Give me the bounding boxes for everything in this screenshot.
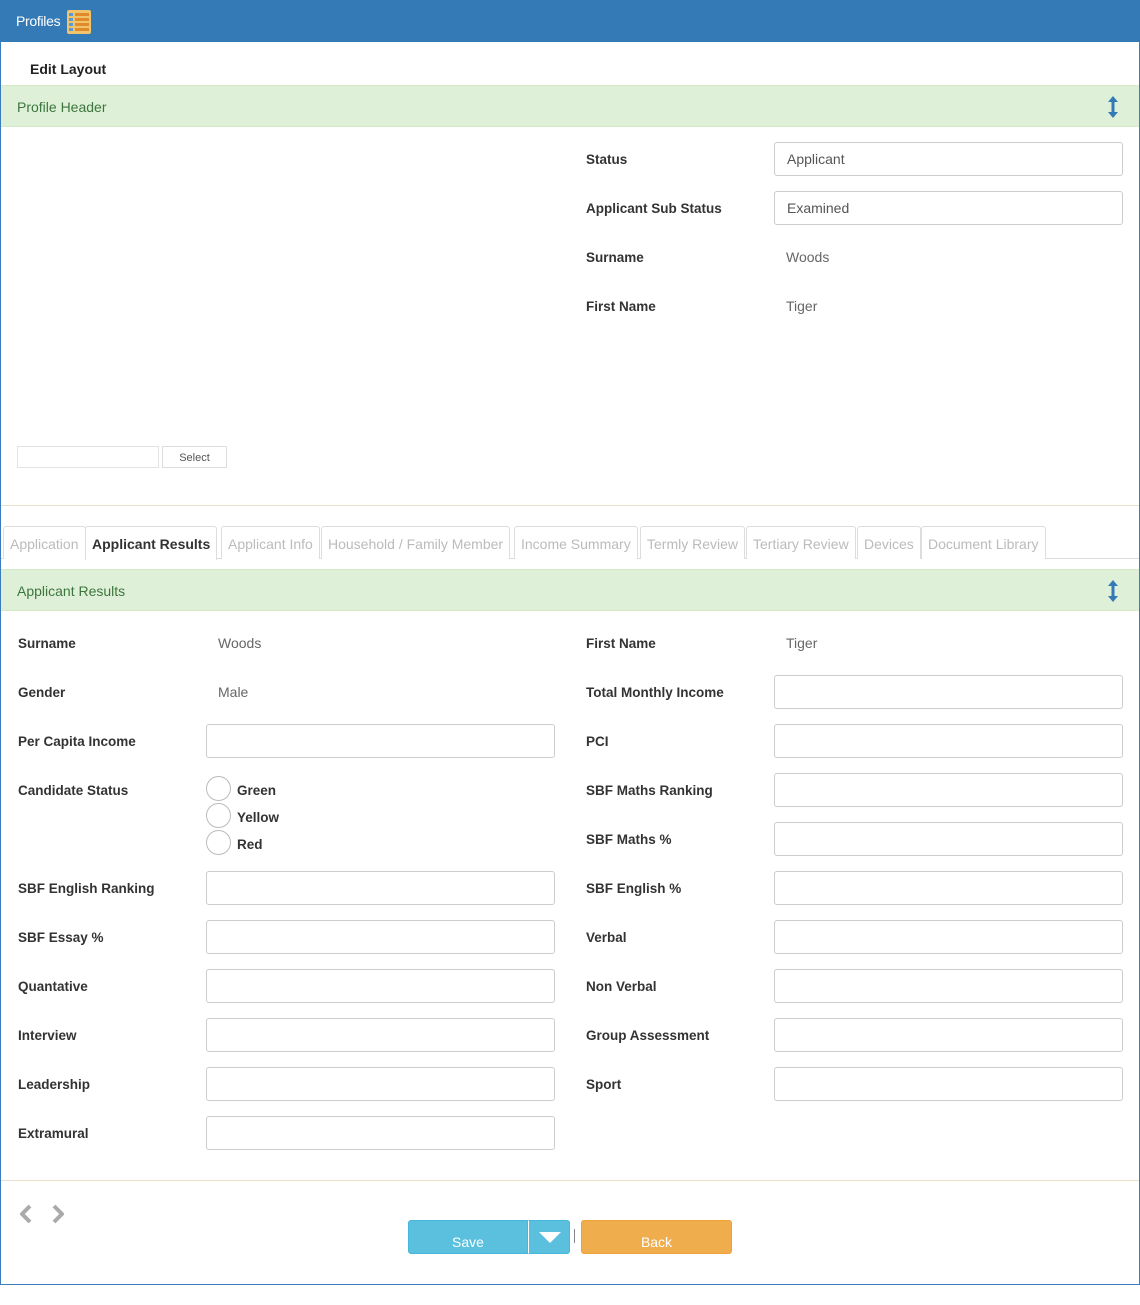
candidate-status-label: Candidate Status [18, 783, 129, 798]
save-button-group: Save [408, 1220, 570, 1254]
sbf-maths-ranking-field[interactable] [774, 773, 1123, 807]
sub-status-label: Applicant Sub Status [586, 201, 722, 216]
sbf-english-pct-label: SBF English % [586, 881, 682, 896]
title-bar: Profiles [0, 0, 1140, 42]
interview-label: Interview [18, 1028, 77, 1043]
sub-status-field[interactable]: Examined [774, 191, 1123, 225]
applicant-results-bar[interactable]: Applicant Results [1, 569, 1139, 611]
extramural-label: Extramural [18, 1126, 89, 1141]
non-verbal-label: Non Verbal [586, 979, 657, 994]
chevron-right-icon[interactable] [49, 1203, 67, 1225]
profile-list-icon [67, 10, 91, 34]
firstname-value: Tiger [786, 635, 818, 651]
photo-file-input[interactable] [17, 446, 159, 468]
tab-application[interactable]: Application [3, 526, 86, 559]
sbf-english-pct-field[interactable] [774, 871, 1123, 905]
edit-layout-link[interactable]: Edit Layout [30, 61, 106, 77]
header-firstname-value: Tiger [786, 298, 818, 314]
interview-field[interactable] [206, 1018, 555, 1052]
radio-circle[interactable] [206, 830, 231, 855]
verbal-field[interactable] [774, 920, 1123, 954]
leadership-field[interactable] [206, 1067, 555, 1101]
back-button[interactable]: Back [581, 1220, 732, 1254]
extramural-field[interactable] [206, 1116, 555, 1150]
tab-applicant-results[interactable]: Applicant Results [85, 526, 218, 560]
tab-applicant-info[interactable]: Applicant Info [221, 526, 320, 559]
header-divider [1, 505, 1139, 506]
total-monthly-income-field[interactable] [774, 675, 1123, 709]
status-label: Status [586, 152, 628, 167]
button-separator [574, 1229, 575, 1243]
section-title: Profile Header [17, 99, 107, 115]
radio-circle[interactable] [206, 803, 231, 828]
header-surname-value: Woods [786, 249, 830, 265]
footer-divider [1, 1180, 1139, 1181]
resize-vertical-icon[interactable] [1107, 96, 1119, 118]
profile-header-bar[interactable]: Profile Header [1, 85, 1139, 127]
tab-devices[interactable]: Devices [857, 526, 921, 559]
quantative-field[interactable] [206, 969, 555, 1003]
chevron-left-icon[interactable] [17, 1203, 35, 1225]
surname-value: Woods [218, 635, 262, 651]
radio-label: Green [237, 783, 277, 798]
surname-label: Surname [18, 636, 76, 651]
sport-label: Sport [586, 1077, 622, 1092]
tab-household-family-member[interactable]: Household / Family Member [321, 526, 511, 559]
group-assessment-label: Group Assessment [586, 1028, 710, 1043]
header-firstname-label: First Name [586, 299, 656, 314]
tab-termly-review[interactable]: Termly Review [640, 526, 746, 559]
sbf-english-ranking-label: SBF English Ranking [18, 881, 155, 896]
radio-label: Yellow [237, 810, 280, 825]
group-assessment-field[interactable] [774, 1018, 1123, 1052]
tab-income-summary[interactable]: Income Summary [514, 526, 638, 559]
per-capita-income-label: Per Capita Income [18, 734, 136, 749]
sbf-maths-pct-label: SBF Maths % [586, 832, 672, 847]
per-capita-income-field[interactable] [206, 724, 555, 758]
sbf-maths-ranking-label: SBF Maths Ranking [586, 783, 713, 798]
sbf-english-ranking-field[interactable] [206, 871, 555, 905]
sbf-essay-pct-label: SBF Essay % [18, 930, 104, 945]
header-surname-label: Surname [586, 250, 644, 265]
quantative-label: Quantative [18, 979, 88, 994]
radio-circle[interactable] [206, 776, 231, 801]
caret-down-icon [539, 1232, 561, 1243]
sbf-essay-pct-field[interactable] [206, 920, 555, 954]
tab-document-library[interactable]: Document Library [921, 526, 1046, 559]
leadership-label: Leadership [18, 1077, 91, 1092]
firstname-label: First Name [586, 636, 656, 651]
tab-tertiary-review[interactable]: Tertiary Review [746, 526, 856, 559]
pci-label: PCI [586, 734, 609, 749]
gender-label: Gender [18, 685, 66, 700]
save-dropdown-toggle[interactable] [528, 1220, 570, 1254]
tab-bar: Application Applicant Results Applicant … [1, 526, 1139, 560]
total-monthly-income-label: Total Monthly Income [586, 685, 724, 700]
select-button[interactable]: Select [162, 446, 227, 468]
status-field[interactable]: Applicant [774, 142, 1123, 176]
radio-label: Red [237, 837, 263, 852]
gender-value: Male [218, 684, 249, 700]
non-verbal-field[interactable] [774, 969, 1123, 1003]
resize-vertical-icon[interactable] [1107, 580, 1119, 602]
sbf-maths-pct-field[interactable] [774, 822, 1123, 856]
save-button[interactable]: Save [408, 1220, 528, 1254]
section-title: Applicant Results [17, 583, 126, 599]
window-title: Profiles [16, 13, 61, 29]
sport-field[interactable] [774, 1067, 1123, 1101]
pci-field[interactable] [774, 724, 1123, 758]
verbal-label: Verbal [586, 930, 627, 945]
